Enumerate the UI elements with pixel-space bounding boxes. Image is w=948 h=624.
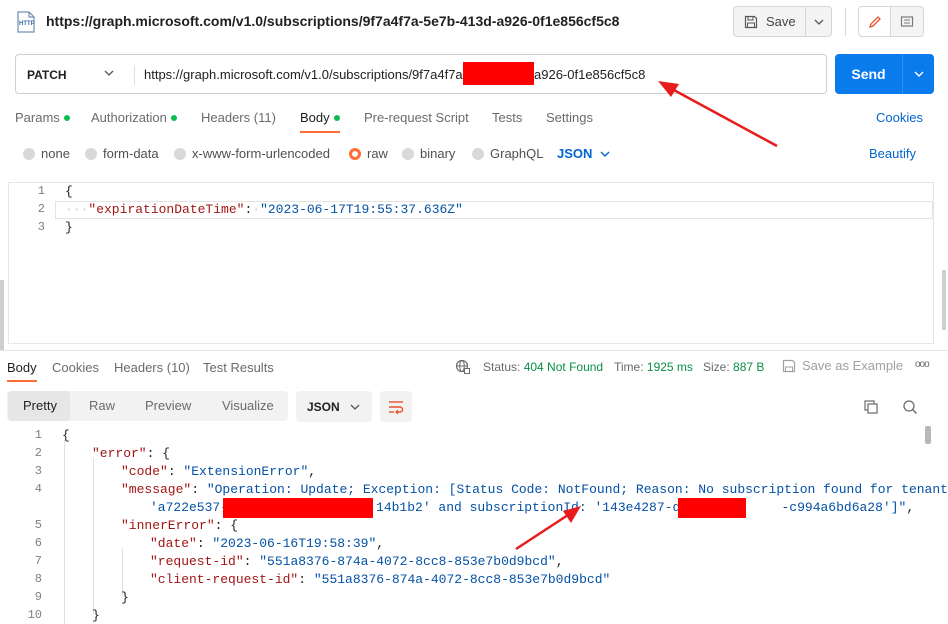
- chevron-down-icon: [600, 151, 610, 157]
- pane-divider[interactable]: [0, 350, 948, 351]
- status-dot: [63, 114, 70, 121]
- url-bar: PATCH https://graph.microsoft.com/v1.0/s…: [15, 54, 827, 94]
- code-line: 2 "error": {: [34, 446, 171, 461]
- response-body-viewer[interactable]: 1 { 2 "error": { 3 "code": "ExtensionErr…: [0, 426, 948, 624]
- size-value: 887 B: [733, 360, 765, 374]
- radio-form-data[interactable]: form-data: [85, 146, 159, 161]
- tenant-id-redaction: [223, 498, 373, 518]
- active-tab-indicator: [300, 131, 340, 133]
- edit-icon: [868, 15, 881, 28]
- title-bar: HTTP https://graph.microsoft.com/v1.0/su…: [0, 0, 948, 44]
- more-options-button[interactable]: ooo: [915, 359, 930, 370]
- request-body-editor[interactable]: 1 { 2 ···"expirationDateTime":·"2023-06-…: [8, 182, 934, 344]
- status-dot: [333, 114, 340, 121]
- status-dot: [170, 114, 177, 121]
- toolbar-divider: [845, 8, 846, 36]
- active-tab-indicator: [7, 380, 37, 382]
- view-pretty[interactable]: Pretty: [23, 398, 57, 413]
- resp-tab-headers[interactable]: Headers (10): [114, 360, 190, 375]
- status-readout: Status: 404 Not Found: [483, 360, 604, 374]
- url-redaction: [463, 62, 534, 85]
- save-icon: [744, 15, 758, 28]
- code-line: 1 {: [34, 428, 70, 443]
- comments-button[interactable]: [891, 6, 924, 37]
- chevron-down-icon[interactable]: [104, 70, 114, 76]
- tab-headers[interactable]: Headers (11): [201, 110, 276, 125]
- url-input[interactable]: https://graph.microsoft.com/v1.0/subscri…: [144, 67, 645, 82]
- chevron-down-icon: [350, 404, 360, 410]
- status-value: 404 Not Found: [523, 360, 604, 374]
- radio-circle: [402, 147, 414, 160]
- radio-raw[interactable]: raw: [349, 146, 388, 161]
- code-line: 4 "message": "Operation: Update; Excepti…: [34, 482, 948, 497]
- code-line: 'a722e537- 14b1b2' and subscriptionId: '1…: [150, 500, 915, 515]
- radio-none[interactable]: none: [23, 146, 70, 161]
- save-label: Save: [766, 14, 796, 29]
- view-visualize[interactable]: Visualize: [222, 398, 274, 413]
- subscription-id-redaction: [678, 498, 746, 518]
- tab-authorization[interactable]: Authorization: [91, 110, 177, 125]
- globe-icon[interactable]: [455, 359, 471, 375]
- url-prefix: https://graph.microsoft.com/v1.0/subscri…: [144, 67, 463, 82]
- send-button[interactable]: Send: [835, 54, 902, 94]
- view-preview[interactable]: Preview: [145, 398, 191, 413]
- method-select[interactable]: PATCH: [27, 68, 67, 82]
- radio-circle: [85, 147, 97, 160]
- request-title[interactable]: https://graph.microsoft.com/v1.0/subscri…: [46, 13, 619, 29]
- code-line: 3 "code": "ExtensionError",: [34, 464, 317, 479]
- chevron-down-icon: [914, 71, 923, 77]
- tab-pre-request-script[interactable]: Pre-request Script: [364, 110, 469, 125]
- body-format-select[interactable]: JSON: [557, 146, 610, 161]
- radio-circle-selected: [349, 147, 361, 160]
- size-readout: Size: 887 B: [703, 360, 765, 374]
- radio-binary[interactable]: binary: [402, 146, 455, 161]
- radio-circle: [174, 147, 186, 160]
- code-line: 6 "date": "2023-06-16T19:58:39",: [34, 536, 385, 551]
- code-line: 1 {: [37, 184, 73, 199]
- scrollbar[interactable]: [942, 270, 946, 330]
- cookies-link[interactable]: Cookies: [876, 110, 923, 125]
- comment-icon: [900, 15, 914, 27]
- tab-body[interactable]: Body: [300, 110, 340, 125]
- code-line: 9 }: [34, 590, 129, 605]
- save-button[interactable]: Save: [733, 6, 806, 37]
- code-line: 8 "client-request-id": "551a8376-874a-40…: [34, 572, 611, 587]
- radio-circle: [472, 147, 484, 160]
- send-options-button[interactable]: [902, 54, 934, 94]
- svg-text:HTTP: HTTP: [19, 21, 35, 27]
- save-as-example-button[interactable]: Save as Example: [782, 358, 903, 373]
- scrollbar[interactable]: [925, 426, 931, 444]
- save-options-button[interactable]: [806, 6, 832, 37]
- wrap-lines-button[interactable]: [380, 391, 412, 422]
- chevron-down-icon: [814, 19, 823, 25]
- radio-circle: [23, 147, 35, 160]
- copy-icon[interactable]: [863, 399, 879, 415]
- radio-urlencoded[interactable]: x-www-form-urlencoded: [174, 146, 330, 161]
- code-line: 10 }: [27, 608, 100, 623]
- tab-tests[interactable]: Tests: [492, 110, 522, 125]
- tab-params[interactable]: Params: [15, 110, 70, 125]
- view-raw[interactable]: Raw: [89, 398, 115, 413]
- edit-button[interactable]: [858, 6, 891, 37]
- resp-tab-test-results[interactable]: Test Results: [203, 360, 274, 375]
- time-value: 1925 ms: [646, 360, 693, 374]
- response-format-select[interactable]: JSON: [296, 391, 372, 422]
- code-line: 5 "innerError": {: [34, 518, 239, 533]
- url-separator: [134, 65, 135, 85]
- beautify-link[interactable]: Beautify: [869, 146, 916, 161]
- wrap-icon: [389, 400, 404, 414]
- resp-tab-body[interactable]: Body: [7, 360, 37, 375]
- tab-settings[interactable]: Settings: [546, 110, 593, 125]
- code-line: 7 "request-id": "551a8376-874a-4072-8cc8…: [34, 554, 564, 569]
- resize-handle[interactable]: [0, 280, 4, 350]
- resp-tab-cookies[interactable]: Cookies: [52, 360, 99, 375]
- save-icon: [782, 359, 796, 372]
- http-icon: HTTP: [17, 11, 35, 33]
- code-line: 3 }: [37, 220, 73, 235]
- time-readout: Time: 1925 ms: [614, 360, 693, 374]
- search-icon[interactable]: [902, 399, 918, 415]
- url-suffix: -a926-0f1e856cf5c8: [529, 67, 646, 82]
- radio-graphql[interactable]: GraphQL: [472, 146, 543, 161]
- code-line: 2 ···"expirationDateTime":·"2023-06-17T1…: [37, 202, 463, 217]
